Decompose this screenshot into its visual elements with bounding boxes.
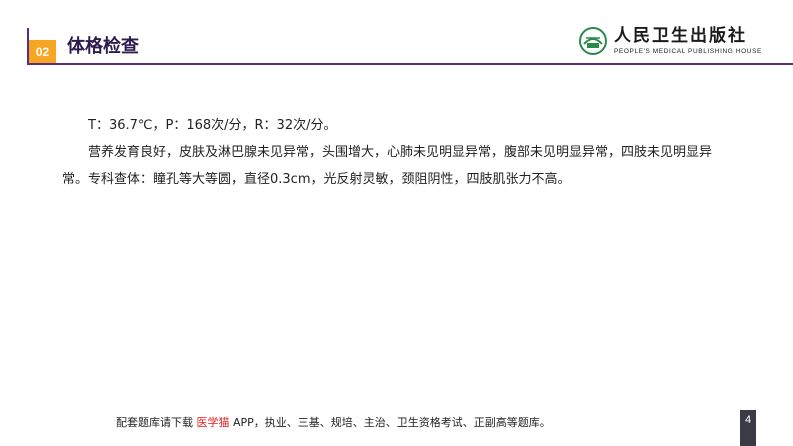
header-divider [27,63,793,65]
footer-suffix: APP，执业、三基、规培、主治、卫生资格考试、正副高等题库。 [229,416,551,429]
section-number-badge: 02 [29,40,56,64]
vital-signs-text: T：36.7℃，P：168次/分，R：32次/分。 [88,118,337,133]
page-number: 4 [744,414,752,426]
physical-exam-text: 营养发育良好，皮肤及淋巴腺未见异常，头围增大，心肺未见明显异常，腹部未见明显异常… [62,145,713,187]
footer-app-name: 医学猫 [196,416,230,429]
publisher-logo-icon [579,27,607,55]
publisher-logo: 人民卫生出版社 PEOPLE'S MEDICAL PUBLISHING HOUS… [578,24,778,60]
page-title: 体格检查 [67,36,139,57]
publisher-name-cn: 人民卫生出版社 [614,26,747,46]
publisher-name-en: PEOPLE'S MEDICAL PUBLISHING HOUSE [614,48,762,55]
exam-content: T：36.7℃，P：168次/分，R：32次/分。 营养发育良好，皮肤及淋巴腺未… [62,112,734,193]
page-number-box: 4 [740,410,756,446]
footer-notice: 配套题库请下载 医学猫 APP，执业、三基、规培、主治、卫生资格考试、正副高等题… [116,414,551,430]
footer-prefix: 配套题库请下载 [116,416,197,429]
